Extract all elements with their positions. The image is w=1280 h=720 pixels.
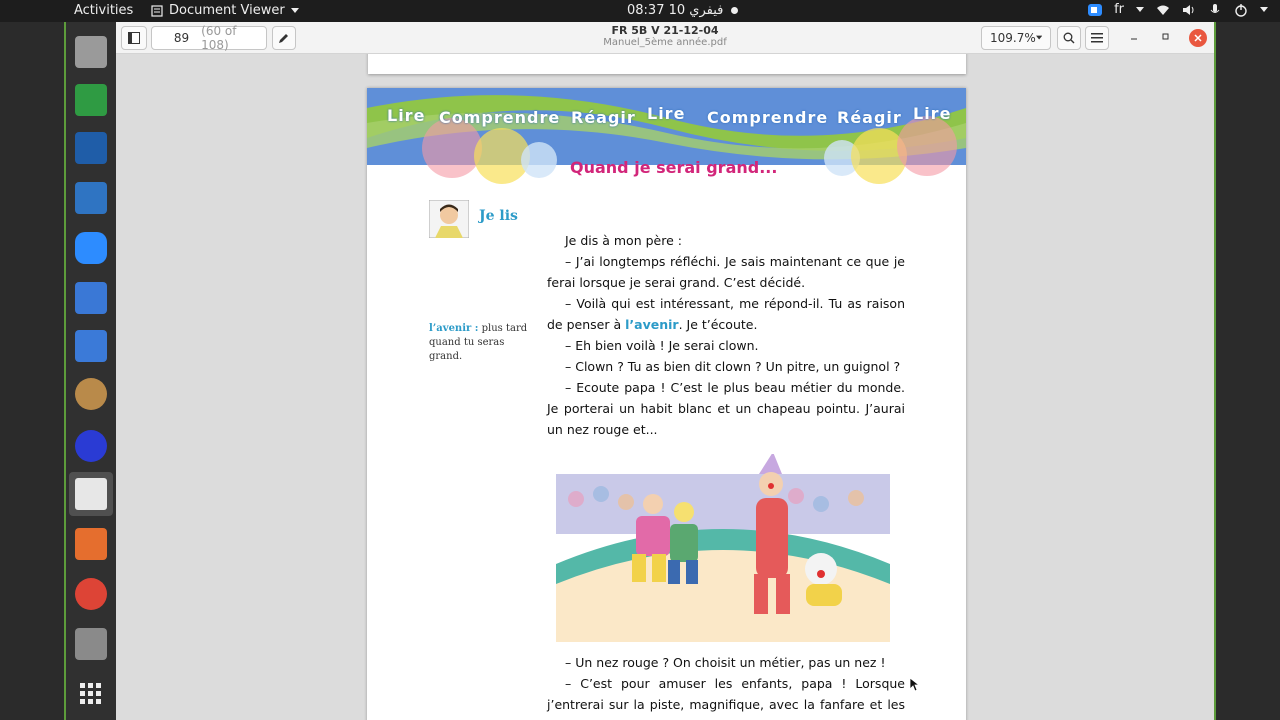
app-menu[interactable]: Document Viewer <box>151 3 299 18</box>
banner-word: Comprendre <box>439 108 561 127</box>
chevron-down-icon <box>1136 6 1144 12</box>
paragraph: – C’est pour amuser les enfants, papa ! … <box>547 676 905 720</box>
zoom-dropdown[interactable]: 109.7% <box>981 26 1051 50</box>
story-text-continued: – Un nez rouge ? On choisit un métier, p… <box>547 652 905 720</box>
section-label: Je lis <box>479 208 518 224</box>
paragraph: Je dis à mon père : <box>565 233 682 248</box>
paragraph: – Eh bien voilà ! Je serai clown. <box>565 338 759 353</box>
banner-word: Réagir <box>571 108 636 127</box>
paragraph: – Voilà qui est intéressant, me répond-i… <box>547 293 905 335</box>
volume-icon <box>1183 4 1194 15</box>
highlighted-word: l’avenir <box>625 317 679 332</box>
chrome-icon[interactable] <box>75 578 107 610</box>
circus-clowns-illustration <box>556 454 890 642</box>
paragraph-text: . Je t’écoute. <box>678 317 758 332</box>
screenshot-icon[interactable] <box>75 282 107 314</box>
menu-button[interactable] <box>1085 26 1109 50</box>
mouse-cursor-icon <box>910 678 920 692</box>
banner-word: Réagir <box>837 108 902 127</box>
power-icon <box>1235 3 1247 17</box>
document-viewer-dock-item[interactable] <box>69 472 113 516</box>
banner-word: Comprendre <box>707 108 829 127</box>
document-viewer-window: 89 (60 of 108) FR 5B V 21-12-04 Manuel_5… <box>116 22 1214 720</box>
close-icon <box>1194 34 1202 42</box>
paragraph: – J’ai longtemps réfléchi. Je sais maint… <box>547 254 905 290</box>
paint-icon[interactable] <box>75 378 107 410</box>
spreadsheet-icon[interactable] <box>75 84 107 116</box>
search-button[interactable] <box>1057 26 1081 50</box>
close-button[interactable] <box>1189 29 1207 47</box>
header-bar: 89 (60 of 108) FR 5B V 21-12-04 Manuel_5… <box>116 22 1214 54</box>
apps-grid-icon[interactable] <box>75 678 107 710</box>
tasks-icon[interactable] <box>75 330 107 362</box>
zoom-tray-icon[interactable] <box>1088 3 1103 17</box>
zoom-icon[interactable] <box>75 232 107 264</box>
page-banner: Lire Comprendre Réagir Lire Comprendre R… <box>367 88 966 198</box>
app-icon[interactable] <box>75 430 107 462</box>
chevron-down-icon <box>1035 35 1042 40</box>
files-icon[interactable] <box>75 36 107 68</box>
usb-icon[interactable] <box>75 628 107 660</box>
paragraph: – Un nez rouge ? On choisit un métier, p… <box>565 655 886 670</box>
app-name: Document Viewer <box>169 3 285 18</box>
chevron-down-icon <box>1260 6 1268 12</box>
banner-word: Lire <box>387 106 426 125</box>
minimize-button[interactable] <box>1126 30 1142 46</box>
notification-dot-icon <box>731 7 739 14</box>
paragraph: – Ecoute papa ! C’est le plus beau métie… <box>547 380 905 437</box>
document-icon[interactable] <box>75 182 107 214</box>
language-indicator[interactable]: fr <box>1114 2 1124 17</box>
activities-button[interactable]: Activities <box>74 3 133 18</box>
child-reading-icon <box>429 200 469 238</box>
maximize-icon <box>1162 33 1169 40</box>
virtualbox-icon[interactable] <box>75 132 107 164</box>
glossary-term: l’avenir : <box>429 323 479 334</box>
minimize-icon <box>1131 38 1137 40</box>
previous-page <box>368 54 966 74</box>
system-tray[interactable]: fr <box>1088 2 1268 17</box>
clock[interactable]: 08:37 فيفري 10 <box>627 3 739 18</box>
story-text: Je dis à mon père : – J’ai longtemps réf… <box>547 230 905 440</box>
search-icon <box>1063 32 1075 44</box>
dock <box>66 22 116 720</box>
hamburger-menu-icon <box>1091 33 1103 43</box>
story-title: Quand je serai grand... <box>570 158 778 177</box>
chevron-down-icon <box>290 7 299 13</box>
maximize-button[interactable] <box>1157 30 1173 46</box>
presentation-icon[interactable] <box>75 528 107 560</box>
zoom-level: 109.7% <box>990 31 1036 45</box>
banner-word: Lire <box>647 104 686 123</box>
document-viewer-icon <box>151 4 163 17</box>
glossary-note: l’avenir : plus tard quand tu seras gran… <box>429 322 539 364</box>
clock-text: 08:37 فيفري 10 <box>627 3 724 18</box>
paragraph: – Clown ? Tu as bien dit clown ? Un pitr… <box>565 359 901 374</box>
wifi-icon <box>1157 5 1169 15</box>
document-viewer-icon <box>75 478 107 510</box>
top-bar: Activities Document Viewer 08:37 فيفري 1… <box>0 0 1280 22</box>
microphone-icon <box>1210 3 1220 13</box>
document-viewport[interactable]: Lire Comprendre Réagir Lire Comprendre R… <box>116 54 1214 720</box>
banner-word: Lire <box>913 104 952 123</box>
document-page: Lire Comprendre Réagir Lire Comprendre R… <box>367 88 966 720</box>
